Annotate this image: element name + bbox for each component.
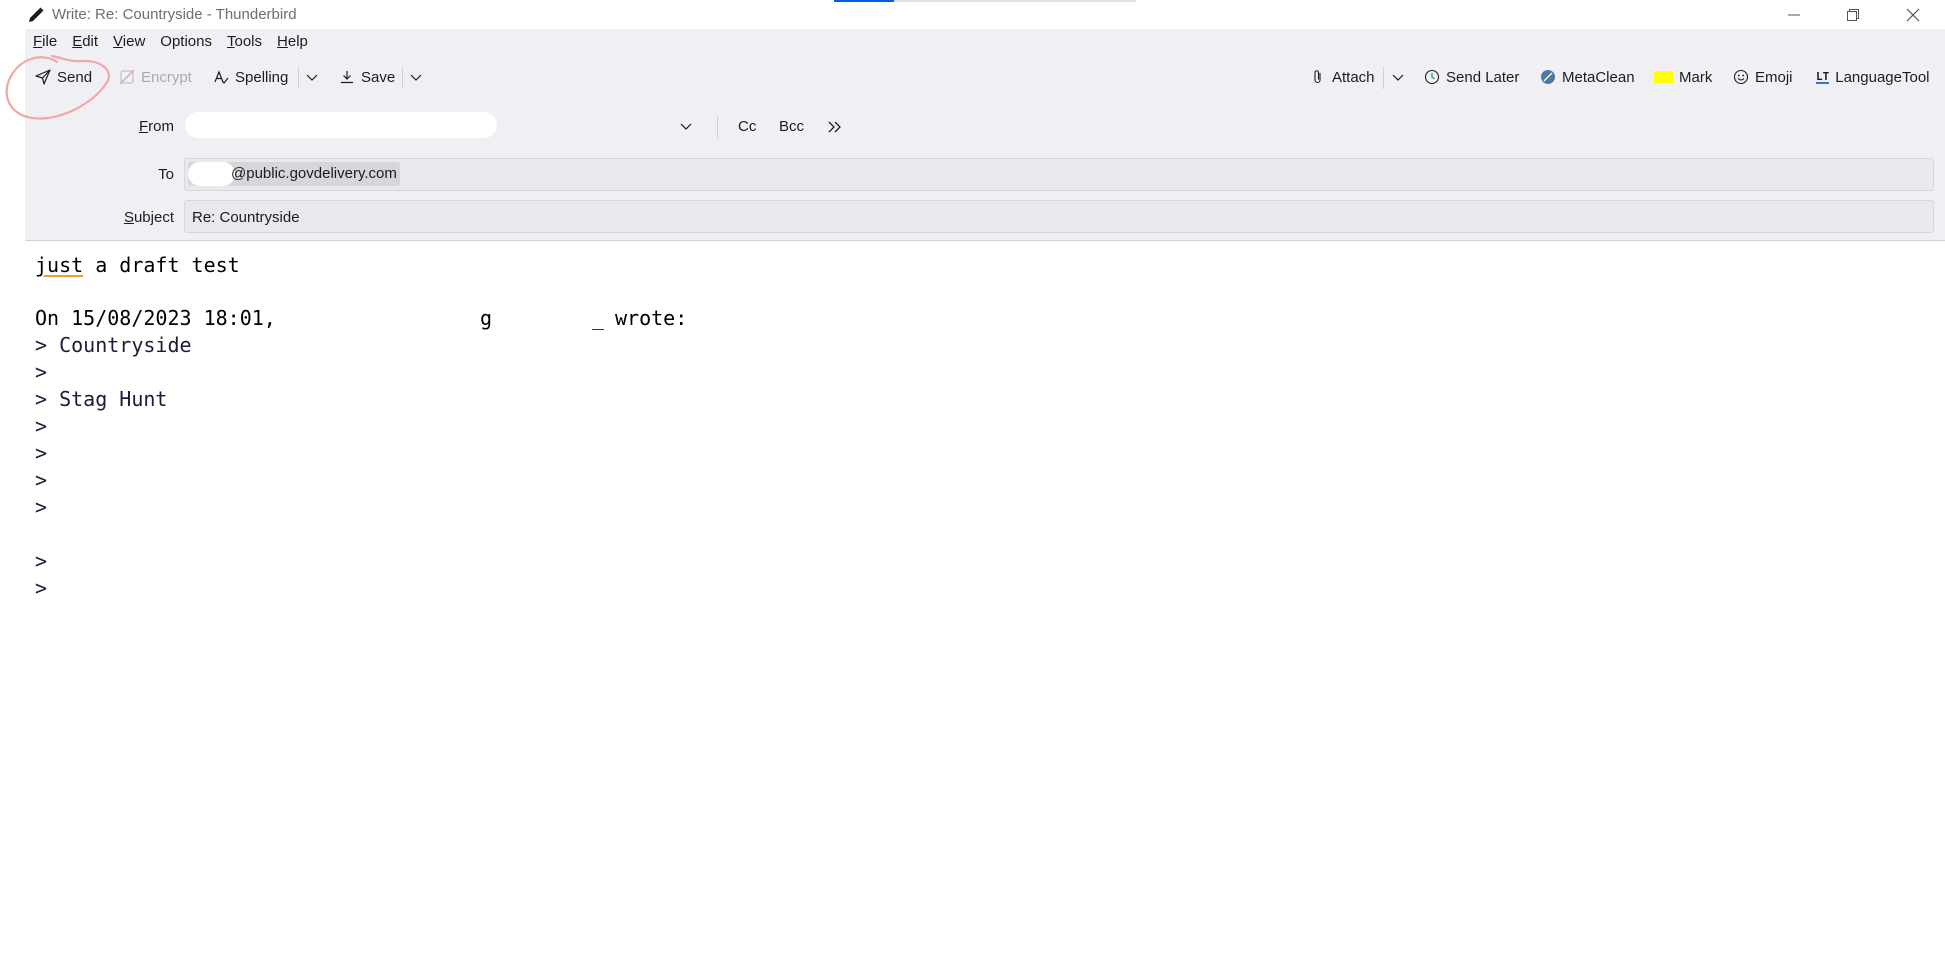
encrypt-button[interactable]: Encrypt [119,62,192,92]
subject-value: Re: Countryside [192,209,300,226]
chevron-down-icon [680,123,692,130]
attribution-fragment: _ [592,306,605,330]
attribution-line: On 15/08/2023 18:01, [35,306,276,330]
from-label: From [138,118,174,135]
attribution-fragment: g [480,306,493,330]
recipient-address: @public.govdelivery.com [231,165,397,182]
metaclean-label: MetaClean [1562,68,1635,86]
header-separator [717,116,718,138]
restore-button[interactable] [1824,0,1882,29]
quote-line: > [35,360,48,384]
menu-help[interactable]: Help [277,33,308,50]
menu-view[interactable]: View [113,33,145,50]
encrypt-icon [119,69,135,85]
chevron-down-icon [410,74,422,81]
attach-label: Attach [1332,68,1375,86]
from-identity-select[interactable] [185,112,497,138]
send-button[interactable]: Send [35,62,92,92]
save-label: Save [361,68,396,86]
attribution-end: wrote: [615,306,688,330]
metaclean-button[interactable]: MetaClean [1540,62,1635,92]
chevron-down-icon [1392,74,1404,81]
more-fields-icon[interactable] [825,117,845,137]
redaction [188,162,235,186]
save-dropdown[interactable] [406,62,426,92]
quote-line: > [35,414,48,438]
menu-tools[interactable]: Tools [227,33,262,50]
quote-line: > [35,441,48,465]
send-icon [35,69,51,85]
menubar: File Edit View Options Tools Help [25,29,323,53]
menu-options[interactable]: Options [160,33,212,50]
to-label: To [158,166,174,183]
languagetool-icon: LT [1816,69,1830,84]
emoji-button[interactable]: Emoji [1733,62,1793,92]
toolbar-separator [402,67,403,89]
highlighter-icon [1654,71,1673,83]
attach-dropdown[interactable] [1388,62,1408,92]
spelling-button[interactable]: Spelling [213,62,288,92]
restore-icon [1847,8,1859,21]
metaclean-icon [1541,70,1555,84]
subject-label: Subject [123,209,174,226]
cc-button[interactable]: Cc [738,118,756,135]
send-later-button[interactable]: Send Later [1424,62,1519,92]
bcc-button[interactable]: Bcc [779,118,804,135]
download-icon [341,71,353,84]
toolbar-separator [1383,67,1384,89]
clock-icon [1424,69,1440,85]
spelling-icon [214,70,229,84]
subject-field[interactable] [184,200,1934,233]
minimize-button[interactable] [1765,0,1823,29]
misspelled-word: just [35,253,84,277]
chevron-down-icon [306,74,318,81]
save-button[interactable]: Save [339,62,395,92]
spelling-dropdown[interactable] [302,62,322,92]
close-icon [1906,8,1920,21]
languagetool-label: LanguageTool [1835,68,1930,86]
minimize-icon [1788,14,1800,15]
quote-line: > [35,549,48,573]
mark-label: Mark [1679,68,1713,86]
quote-line: > [35,468,48,492]
quote-line: > Countryside [35,333,192,357]
close-button[interactable] [1884,0,1942,29]
menu-file[interactable]: File [33,33,57,50]
toolbar-separator [298,67,299,89]
send-label: Send [57,68,93,86]
paperclip-icon [1314,70,1321,84]
encrypt-label: Encrypt [141,68,192,86]
attach-button[interactable]: Attach [1310,62,1375,92]
quote-line: > [35,495,48,519]
to-field[interactable] [184,158,1934,191]
from-dropdown[interactable] [676,116,696,136]
spelling-label: Spelling [235,68,289,86]
quote-line: > Stag Hunt [35,387,168,411]
pencil-icon [29,7,44,22]
tab-indicator [834,0,1136,2]
compose-toolbar: Send Encrypt Spelling Save Attach Send L… [25,58,1945,98]
mark-button[interactable]: Mark [1654,62,1712,92]
send-later-label: Send Later [1446,68,1520,86]
title-bar: Write: Re: Countryside - Thunderbird [0,0,1945,29]
smiley-icon [1733,69,1749,85]
quote-line: > [35,576,48,600]
menu-edit[interactable]: Edit [72,33,98,50]
window-title: Write: Re: Countryside - Thunderbird [52,6,297,23]
message-body[interactable] [25,242,1945,966]
left-margin [0,29,25,241]
body-line-1: just a draft test [35,253,240,277]
emoji-label: Emoji [1755,68,1793,86]
languagetool-button[interactable]: LT LanguageTool [1816,62,1930,92]
recipient-pill[interactable]: @public.govdelivery.com [188,162,400,186]
